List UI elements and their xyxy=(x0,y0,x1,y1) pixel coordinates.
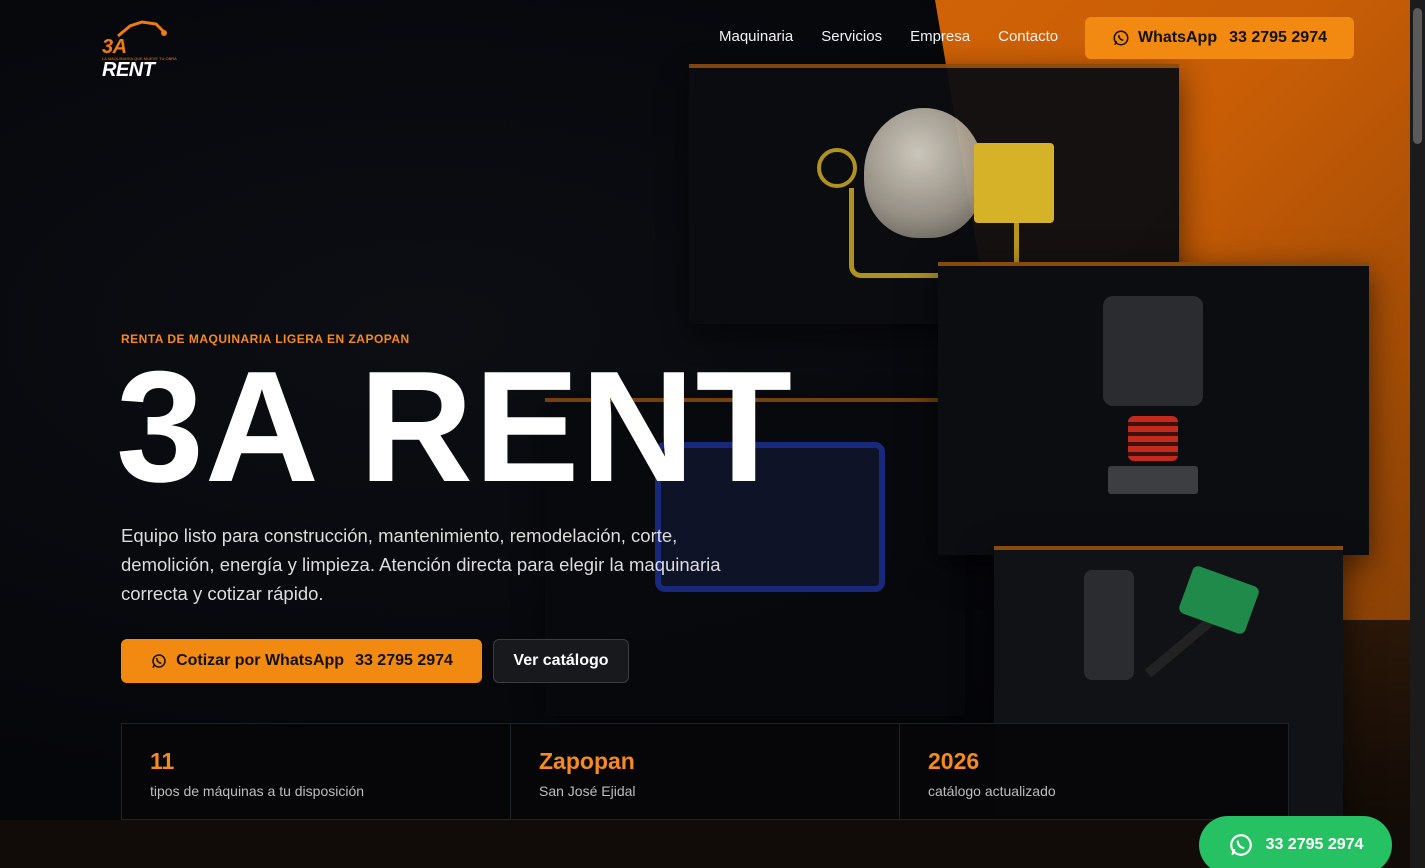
stat-label: catálogo actualizado xyxy=(928,783,1056,799)
header-whatsapp-button[interactable]: WhatsApp 33 2795 2974 xyxy=(1085,17,1354,59)
stat-value: Zapopan xyxy=(539,748,635,774)
rammer-foot-image xyxy=(1108,466,1198,494)
stat-value: 2026 xyxy=(928,748,980,774)
brand-logo[interactable]: 3A RENT LA MAQUINARIA QUE MUEVE TU OBRA xyxy=(98,18,182,81)
stat-catalog-year: 2026 catálogo actualizado xyxy=(900,724,1288,819)
quote-whatsapp-button[interactable]: Cotizar por WhatsApp 33 2795 2974 xyxy=(121,639,482,683)
quote-whatsapp-label: Cotizar por WhatsApp xyxy=(176,652,345,669)
whatsapp-icon xyxy=(1229,834,1252,856)
stat-label: tipos de máquinas a tu disposición xyxy=(150,783,365,799)
excavator-icon xyxy=(117,20,167,38)
nav-item-servicios[interactable]: Servicios xyxy=(821,28,882,45)
stats-bar: 11 tipos de máquinas a tu disposición Za… xyxy=(121,723,1289,820)
hero-description: Equipo listo para construcción, mantenim… xyxy=(121,525,721,604)
hero-title: 3A RENT xyxy=(116,339,794,515)
nav-item-empresa[interactable]: Empresa xyxy=(910,28,970,45)
logo-tagline: LA MAQUINARIA QUE MUEVE TU OBRA xyxy=(102,56,177,61)
page-scrollbar[interactable] xyxy=(1410,0,1425,868)
view-catalog-button[interactable]: Ver catálogo xyxy=(493,639,629,683)
product-card-rammer[interactable] xyxy=(938,262,1369,555)
scrollbar-thumb[interactable] xyxy=(1413,8,1422,144)
mixer-motor-image xyxy=(974,143,1054,223)
mixer-drum-image xyxy=(864,108,984,238)
floating-whatsapp-number: 33 2795 2974 xyxy=(1265,836,1364,853)
header-whatsapp-number: 33 2795 2974 xyxy=(1229,29,1327,46)
stat-location: Zapopan San José Ejidal xyxy=(511,724,900,819)
rammer-body-image xyxy=(1103,296,1203,406)
rammer-spring-image xyxy=(1128,416,1178,461)
nav-item-maquinaria[interactable]: Maquinaria xyxy=(719,28,793,45)
mixer-wheel-image xyxy=(817,148,857,188)
main-nav: Maquinaria Servicios Empresa Contacto xyxy=(719,28,1058,45)
breaker-head-image xyxy=(1177,564,1261,636)
stat-machines: 11 tipos de máquinas a tu disposición xyxy=(122,724,511,819)
breaker-case-image xyxy=(1084,570,1134,680)
whatsapp-icon xyxy=(152,654,166,669)
nav-item-contacto[interactable]: Contacto xyxy=(998,28,1058,45)
stat-label: San José Ejidal xyxy=(539,783,636,799)
stat-value: 11 xyxy=(150,748,175,774)
header-whatsapp-label: WhatsApp xyxy=(1138,29,1218,46)
whatsapp-icon xyxy=(1113,30,1129,46)
floating-whatsapp-button[interactable]: 33 2795 2974 xyxy=(1199,816,1392,868)
quote-whatsapp-number: 33 2795 2974 xyxy=(355,652,453,669)
